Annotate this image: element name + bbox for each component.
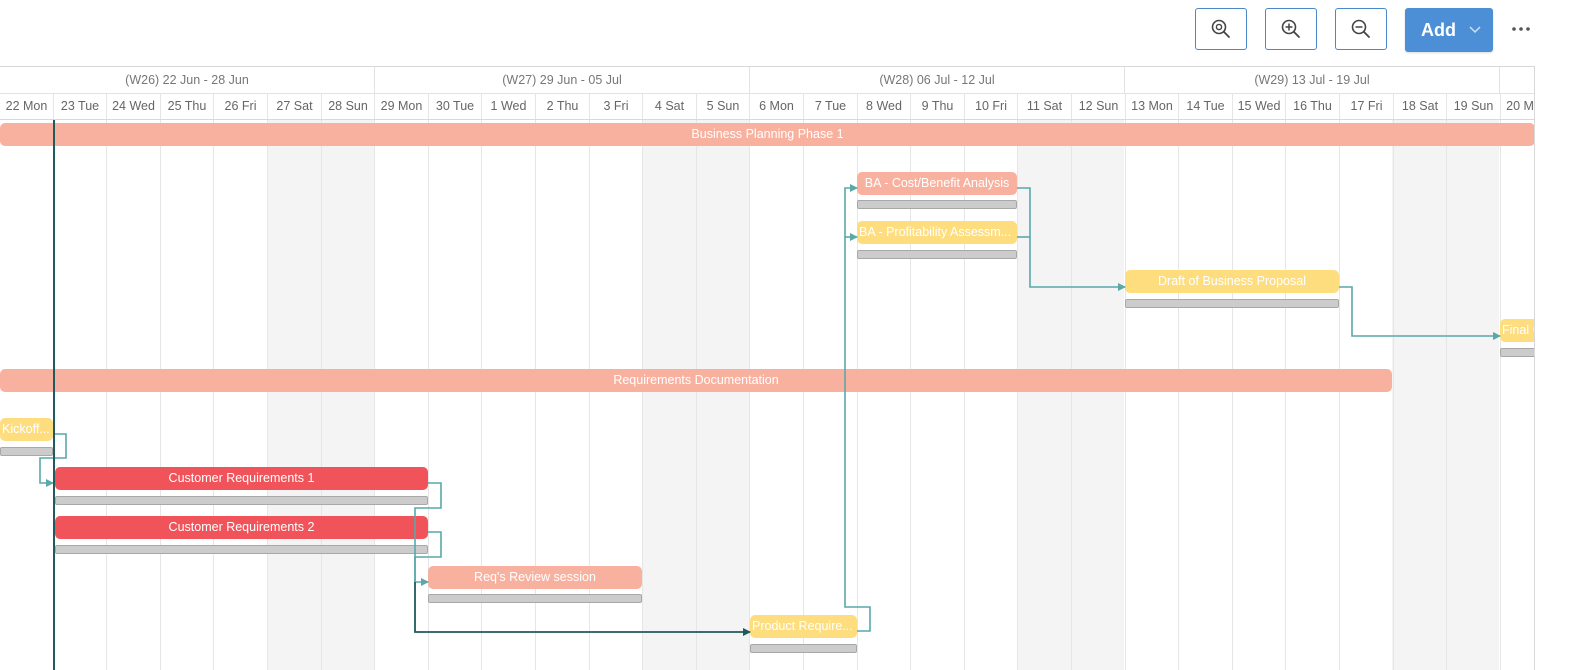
week-header-cell: (W28) 06 Jul - 12 Jul: [750, 67, 1125, 93]
zoom-in-button[interactable]: [1265, 8, 1317, 50]
baseline-bar: [0, 447, 53, 456]
grid-line: [1071, 120, 1072, 670]
day-header-cell: 5 Sun: [697, 94, 750, 119]
day-header-cell: 25 Thu: [161, 94, 214, 119]
day-header-cell: 15 Wed: [1233, 94, 1286, 119]
grid-line: [803, 120, 804, 670]
day-header-cell: 28 Sun: [322, 94, 375, 119]
day-header-cell: 3 Fri: [590, 94, 643, 119]
day-header-cell: 17 Fri: [1340, 94, 1394, 119]
grid-line: [1393, 120, 1394, 670]
gantt-toolbar: Add: [0, 0, 1586, 62]
day-header-cell: 2 Thu: [536, 94, 590, 119]
task-bar[interactable]: Final C...: [1500, 319, 1535, 342]
grid-line: [1017, 120, 1018, 670]
grid-line: [106, 120, 107, 670]
dependency-links: [39, 184, 1501, 636]
day-header-cell: 27 Sat: [268, 94, 322, 119]
day-header-cell: 16 Thu: [1286, 94, 1340, 119]
grid-line: [213, 120, 214, 670]
today-marker-line: [53, 120, 55, 670]
day-header-cell: 18 Sat: [1394, 94, 1447, 119]
week-header-row: (W26) 22 Jun - 28 Jun (W27) 29 Jun - 05 …: [0, 67, 1535, 94]
grid-line: [160, 120, 161, 670]
day-header-cell: 30 Tue: [429, 94, 482, 119]
baseline-bar: [1125, 299, 1339, 308]
ellipsis-icon: [1512, 27, 1530, 31]
add-button[interactable]: Add: [1405, 8, 1493, 52]
day-header-cell: 23 Tue: [54, 94, 107, 119]
day-header-row: 22 Mon 23 Tue 24 Wed 25 Thu 26 Fri 27 Sat 28 S…: [0, 94, 1535, 120]
baseline-bar: [857, 200, 1017, 209]
add-button-label: Add: [1421, 19, 1456, 40]
day-header-cell: 7 Tue: [804, 94, 858, 119]
grid-line: [749, 120, 750, 670]
grid-line: [1500, 120, 1501, 670]
zoom-to-fit-icon: [1211, 19, 1230, 38]
grid-line: [642, 120, 643, 670]
more-options-button[interactable]: [1508, 16, 1534, 42]
zoom-in-icon: [1281, 19, 1300, 38]
grid-line: [1285, 120, 1286, 670]
task-bar[interactable]: BA - Cost/Benefit Analysis: [857, 172, 1017, 195]
baseline-bar: [428, 594, 642, 603]
day-header-cell: 8 Wed: [858, 94, 911, 119]
zoom-to-fit-button[interactable]: [1195, 8, 1247, 50]
day-header-cell: 9 Thu: [911, 94, 965, 119]
task-bar[interactable]: Product Require...: [750, 615, 857, 638]
day-header-cell: 1 Wed: [482, 94, 536, 119]
week-header-cell: (W26) 22 Jun - 28 Jun: [0, 67, 375, 93]
chart-right-border: [1534, 66, 1535, 670]
day-header-cell: 26 Fri: [214, 94, 268, 119]
day-header-cell: 12 Sun: [1072, 94, 1126, 119]
task-bar[interactable]: Customer Requirements 2: [55, 516, 428, 539]
day-header-cell: 19 Sun: [1447, 94, 1501, 119]
grid-line: [267, 120, 268, 670]
day-header-cell: 13 Mon: [1126, 94, 1179, 119]
grid-line: [1446, 120, 1447, 670]
week-header-cell: (W27) 29 Jun - 05 Jul: [375, 67, 750, 93]
baseline-bar: [857, 250, 1017, 259]
task-bar[interactable]: Customer Requirements 1: [55, 467, 428, 490]
zoom-out-icon: [1351, 19, 1370, 38]
baseline-bar: [55, 496, 428, 505]
day-header-cell: 10 Fri: [965, 94, 1018, 119]
baseline-bar: [1500, 348, 1535, 357]
day-header-cell: 11 Sat: [1018, 94, 1072, 119]
grid-line: [321, 120, 322, 670]
day-header-cell: 29 Mon: [375, 94, 429, 119]
summary-task-bar[interactable]: Business Planning Phase 1: [0, 123, 1535, 146]
grid-line: [1339, 120, 1340, 670]
day-header-cell: 14 Tue: [1179, 94, 1233, 119]
baseline-bar: [750, 644, 857, 653]
chevron-down-icon[interactable]: [1468, 23, 1482, 37]
day-header-cell: 20 Mon: [1501, 94, 1535, 119]
summary-task-bar[interactable]: Requirements Documentation: [0, 369, 1392, 392]
grid-line: [1178, 120, 1179, 670]
day-header-cell: 6 Mon: [750, 94, 804, 119]
day-header-cell: 22 Mon: [0, 94, 54, 119]
day-header-cell: 24 Wed: [107, 94, 161, 119]
baseline-bar: [55, 545, 428, 554]
grid-line: [696, 120, 697, 670]
task-bar[interactable]: Kickoff...: [0, 418, 53, 441]
grid-line: [374, 120, 375, 670]
zoom-out-button[interactable]: [1335, 8, 1387, 50]
grid-line: [1232, 120, 1233, 670]
grid-line: [1125, 120, 1126, 670]
task-bar[interactable]: Draft of Business Proposal: [1125, 270, 1339, 293]
task-bar[interactable]: BA - Profitability Assessm...: [857, 221, 1017, 244]
week-header-cell: (W29) 13 Jul - 19 Jul: [1125, 67, 1500, 93]
gantt-chart: (W26) 22 Jun - 28 Jun (W27) 29 Jun - 05 …: [0, 66, 1535, 670]
task-bar[interactable]: Req's Review session: [428, 566, 642, 589]
day-header-cell: 4 Sat: [643, 94, 697, 119]
